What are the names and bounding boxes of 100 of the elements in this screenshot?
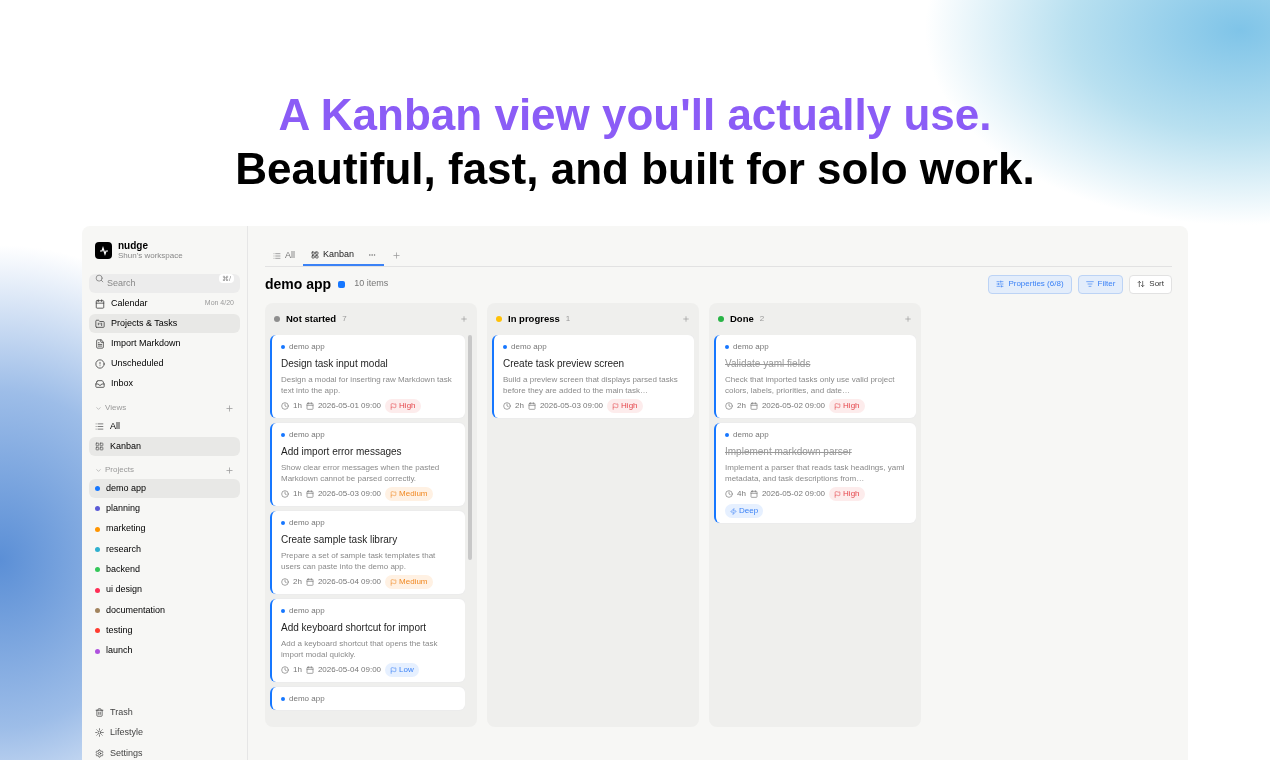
view-icon (95, 422, 104, 431)
view-tab[interactable]: Kanban (303, 245, 385, 266)
search-icon (95, 274, 104, 283)
priority-badge: High (829, 399, 865, 413)
nav-item[interactable]: Import Markdown (89, 334, 240, 353)
nav-label: Import Markdown (111, 336, 182, 350)
task-title: Implement markdown parser (725, 445, 853, 459)
duration: 1h (293, 488, 302, 500)
project-item[interactable]: backend (89, 560, 240, 580)
calendar-icon (305, 666, 314, 674)
project-label: testing (106, 623, 133, 637)
nav-item[interactable]: Unscheduled (89, 354, 240, 373)
project-item[interactable]: research (89, 539, 240, 560)
view-item[interactable]: All (89, 417, 240, 436)
view-icon (95, 442, 104, 451)
duration: 1h (293, 664, 302, 676)
item-count: 10 items (354, 277, 389, 291)
task-description: Implement a parser that reads task headings, yaml metadata, and task descriptions from… (725, 462, 906, 484)
project-item[interactable]: planning (89, 499, 240, 519)
nav-label: Projects & Tasks (111, 316, 179, 330)
nav-label: Unscheduled (111, 356, 165, 370)
task-description: Design a modal for inserting raw Markdown task text into the app. (281, 374, 453, 396)
project-item[interactable]: marketing (89, 519, 240, 539)
task-card[interactable]: demo app Add keyboard shortcut for import Add a keyboard shortcut that opens the task import modal quickly. 1h 2026-05-04 09:00 Low (270, 599, 465, 682)
toolbar-button[interactable]: Sort (1129, 274, 1172, 294)
project-label: demo app (289, 341, 325, 353)
column-title: In progress (508, 311, 560, 326)
task-card[interactable]: demo app Create task preview screen Build a preview screen that displays parsed tasks before they are added to the main task… 2h 2026-05-03 09:00 High (492, 335, 694, 418)
column-title: Not started (286, 311, 337, 326)
footer-label: Settings (110, 746, 143, 760)
due-date: 2026-05-03 09:00 (317, 488, 382, 500)
add-card-icon[interactable] (460, 315, 468, 323)
add-icon[interactable] (225, 465, 234, 475)
due-date: 2026-05-02 09:00 (761, 488, 826, 500)
chevron-icon[interactable] (95, 466, 102, 474)
add-card-icon[interactable] (904, 315, 912, 323)
project-label: research (106, 542, 141, 556)
project-item[interactable]: testing (89, 621, 240, 641)
clock-icon (281, 666, 289, 674)
priority-badge: High (385, 399, 421, 413)
priority-badge: Medium (385, 487, 433, 501)
add-card-icon[interactable] (682, 315, 690, 323)
priority-badge: High (607, 399, 643, 413)
project-label: demo app (289, 605, 325, 617)
subheadline: Beautiful, fast, and built for solo work. (235, 143, 1035, 195)
project-item[interactable]: demo app (89, 479, 240, 499)
view-tab[interactable]: All (265, 245, 303, 266)
project-item[interactable]: ui design (89, 580, 240, 600)
task-description: Add a keyboard shortcut that opens the task import modal quickly. (281, 638, 439, 660)
clock-icon (725, 402, 733, 410)
footer-item[interactable]: Lifestyle (89, 723, 240, 743)
duration: 4h (737, 488, 746, 500)
add-icon[interactable] (225, 403, 234, 413)
task-title: Validate yaml fields (725, 357, 812, 371)
task-card[interactable]: demo app Create sample task library Prepare a set of sample task templates that users can paste into the demo app. 2h 2026-05-04 09:00 Medium (270, 511, 465, 594)
calendar-icon (749, 402, 758, 410)
nav-icon (95, 338, 105, 349)
nav-label: Inbox (111, 376, 135, 390)
sliders-icon (996, 280, 1005, 288)
footer-icon (95, 748, 104, 758)
project-label: demo app (733, 429, 769, 441)
clock-icon (281, 402, 289, 410)
task-card[interactable]: demo app Validate yaml fields Check that imported tasks only use valid project colors, labels, priorities, and date… 2h 2026-05-02 09:00 High (714, 335, 916, 418)
project-item[interactable]: documentation (89, 600, 240, 621)
due-date: 2026-05-04 09:00 (317, 576, 382, 588)
project-label: demo app (289, 429, 325, 441)
nav-item[interactable]: Projects & Tasks (89, 314, 240, 333)
headline: A Kanban view you'll actually use. (278, 89, 992, 141)
calendar-icon (305, 490, 314, 498)
calendar-icon (305, 578, 314, 586)
task-description: Prepare a set of sample task templates that users can paste into the demo app. (281, 550, 437, 572)
clock-icon (281, 578, 289, 586)
footer-icon (95, 707, 104, 717)
footer-item[interactable]: Trash (89, 702, 240, 723)
clock-icon (725, 490, 733, 498)
duration: 2h (515, 400, 524, 412)
app-name: nudge (118, 240, 149, 251)
project-item[interactable]: launch (89, 641, 240, 661)
project-label: demo app (289, 517, 325, 529)
footer-item[interactable]: Settings (89, 743, 240, 760)
chevron-icon[interactable] (95, 404, 102, 412)
nav-icon (95, 318, 105, 329)
add-tab-icon[interactable] (392, 251, 402, 260)
scrollbar[interactable] (468, 335, 472, 560)
view-label: All (110, 419, 120, 433)
task-card[interactable]: demo app (270, 687, 465, 710)
nav-item[interactable]: Inbox (89, 374, 240, 393)
priority-badge: High (829, 487, 865, 501)
column-count: 2 (759, 313, 765, 325)
task-card[interactable]: demo app Implement markdown parser Implement a parser that reads task headings, yaml metadata, and task descriptions from… 4h 2026-05-02 09:00 High Deep (714, 423, 916, 523)
task-description: Show clear error messages when the pasted Markdown cannot be parsed correctly. (281, 462, 441, 484)
due-date: 2026-05-04 09:00 (317, 664, 382, 676)
view-item[interactable]: Kanban (89, 437, 240, 456)
clock-icon (503, 402, 511, 410)
footer-label: Trash (110, 705, 133, 719)
task-card[interactable]: demo app Add import error messages Show clear error messages when the pasted Markdown cannot be parsed correctly. 1h 2026-05-03 09:00 Medium (270, 423, 465, 506)
filter-icon (1085, 280, 1094, 288)
task-card[interactable]: demo app Design task input modal Design a modal for inserting raw Markdown task text into the app. 1h 2026-05-01 09:00 High (270, 335, 465, 418)
section-header: Projects (105, 464, 135, 476)
due-date: 2026-05-02 09:00 (761, 400, 826, 412)
